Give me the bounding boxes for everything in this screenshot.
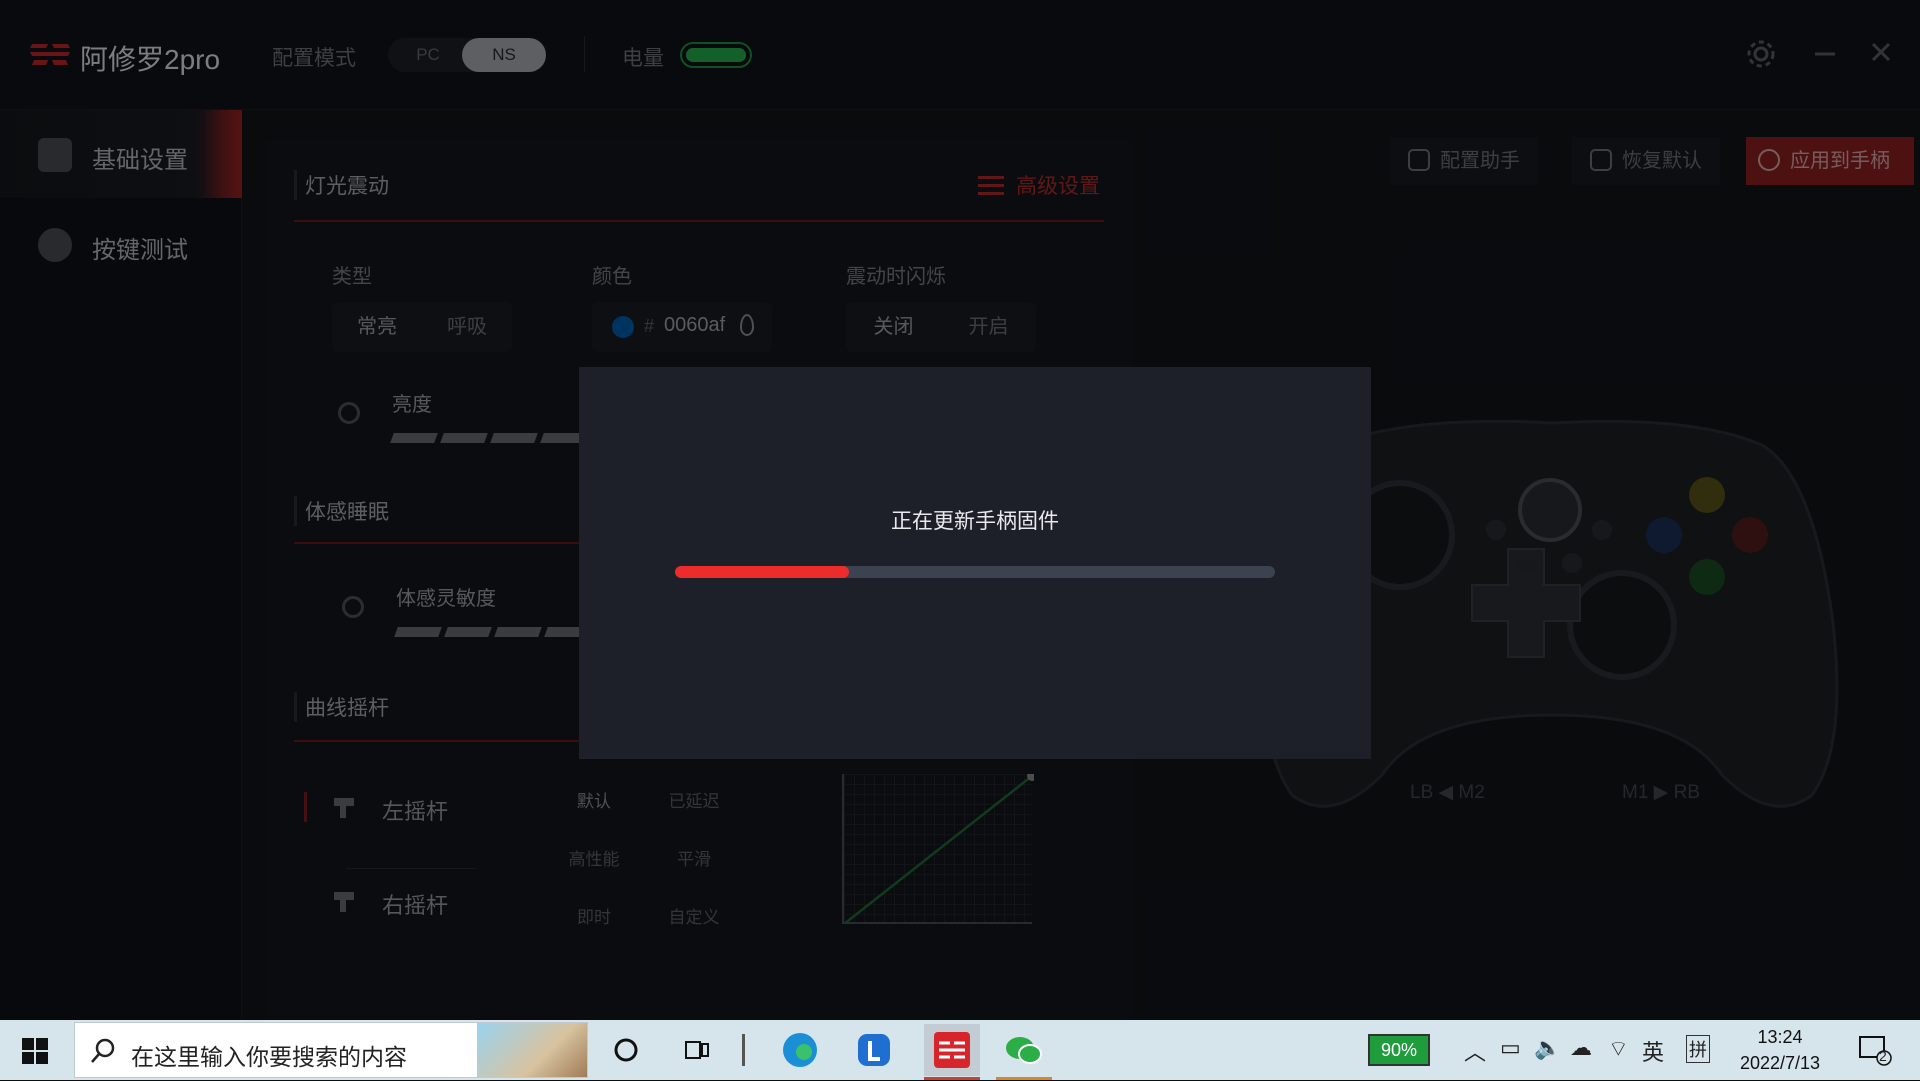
progress-fill	[675, 566, 849, 578]
clock-date: 2022/7/13	[1739, 1053, 1821, 1073]
lenovo-app-icon[interactable]	[852, 1028, 896, 1072]
search-placeholder: 在这里输入你要搜索的内容	[131, 1044, 407, 1070]
edge-browser-icon[interactable]	[778, 1028, 822, 1072]
wifi-icon[interactable]: ⌔	[1608, 1035, 1629, 1063]
notification-center-icon[interactable]: 2	[1858, 1034, 1892, 1072]
volume-icon[interactable]: 🔈	[1534, 1035, 1561, 1061]
taskbar-search-box[interactable]: 在这里输入你要搜索的内容	[74, 1022, 588, 1078]
windows-start-icon[interactable]	[22, 1038, 48, 1064]
firmware-progress-bar	[675, 566, 1275, 578]
onedrive-icon[interactable]: ☁	[1570, 1035, 1592, 1061]
task-view-icon[interactable]	[674, 1028, 718, 1072]
battery-tray-icon[interactable]: ▭	[1500, 1035, 1521, 1061]
system-clock[interactable]: 13:24 2022/7/13	[1734, 1024, 1826, 1076]
ime-language-indicator[interactable]: 英	[1642, 1035, 1664, 1067]
asura-app-taskbar-icon[interactable]	[924, 1024, 980, 1080]
firmware-update-dialog: 正在更新手柄固件	[579, 367, 1371, 759]
wechat-icon[interactable]	[996, 1024, 1052, 1080]
search-highlight-image	[477, 1023, 587, 1077]
dialog-title: 正在更新手柄固件	[891, 510, 1059, 533]
clock-time: 13:24	[1757, 1027, 1803, 1047]
windows-taskbar: 在这里输入你要搜索的内容 90% ︿ ▭ 🔈 ☁ ⌔ 英 拼 13:24 202…	[0, 1020, 1920, 1080]
battery-status-badge[interactable]: 90%	[1368, 1034, 1430, 1066]
search-icon	[91, 1038, 115, 1063]
app-window: 阿修罗2pro 配置模式 PC NS 电量 基础设置 按键测试 灯光震动 高级设…	[0, 0, 1920, 1020]
ime-mode-indicator[interactable]: 拼	[1686, 1035, 1710, 1063]
show-hidden-icons-chevron-icon[interactable]: ︿	[1464, 1035, 1486, 1067]
taskbar-divider	[742, 1034, 745, 1066]
notification-count: 2	[1879, 1048, 1887, 1064]
cortana-icon[interactable]	[604, 1028, 648, 1072]
